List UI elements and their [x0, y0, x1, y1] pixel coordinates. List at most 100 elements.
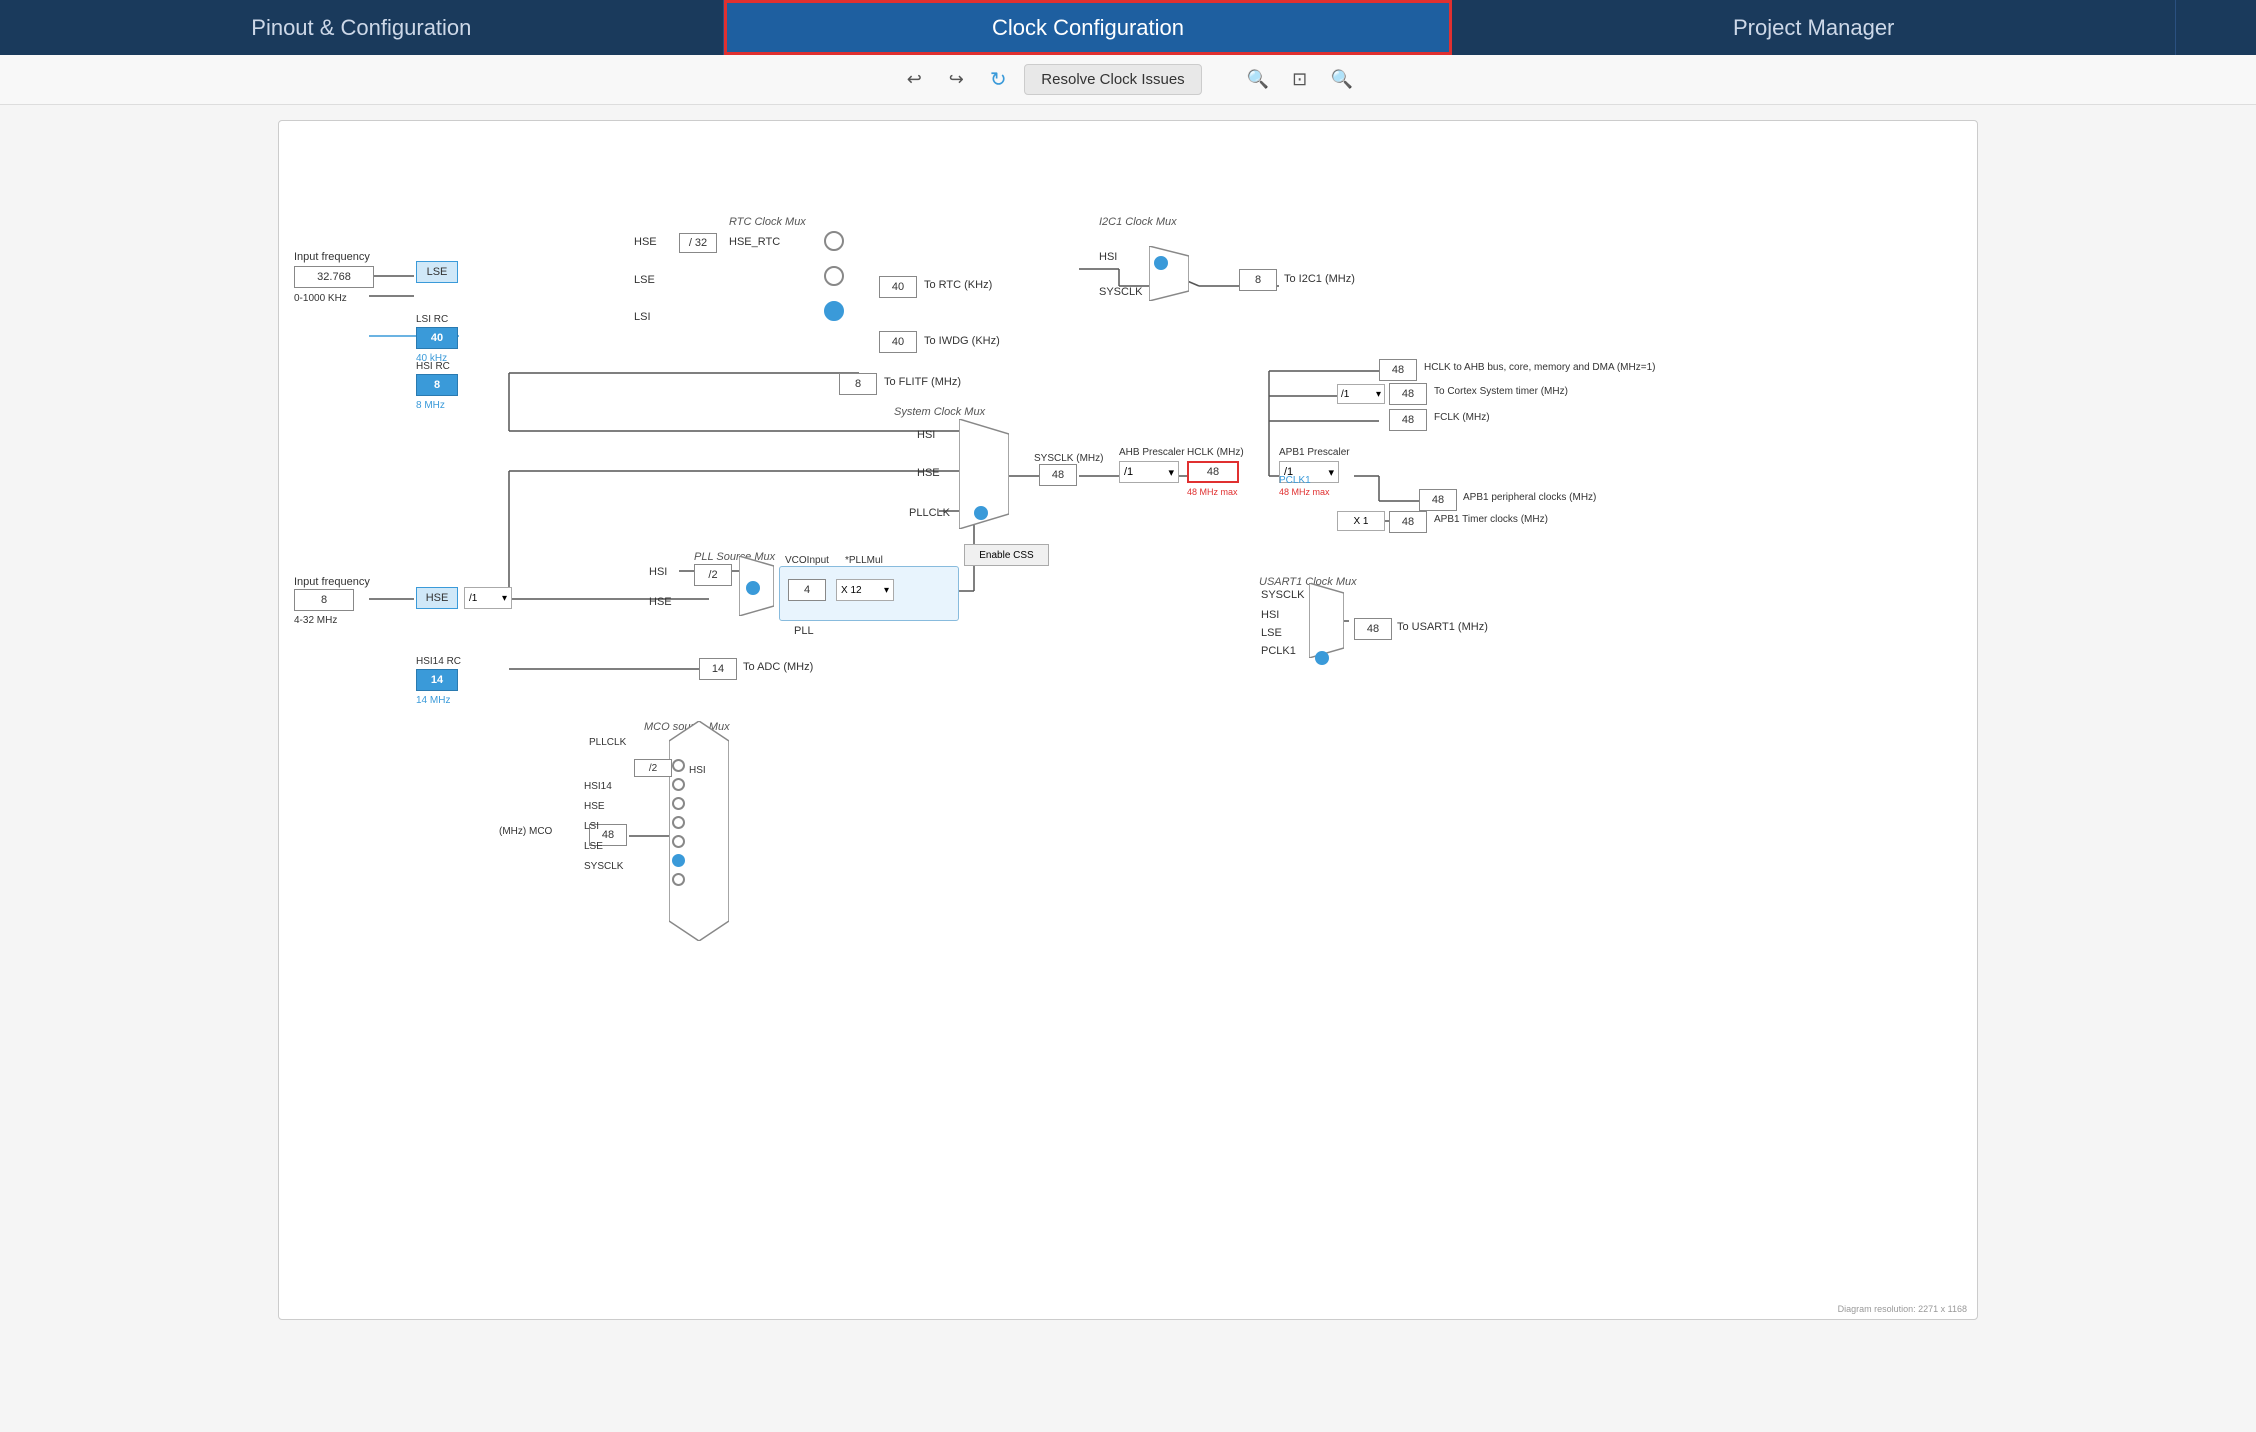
input-freq-label-2: Input frequency: [294, 576, 370, 588]
sysclk-box[interactable]: 48: [1039, 464, 1077, 486]
mco-hsi14: HSI14: [584, 781, 612, 792]
rtc-clock-mux-label: RTC Clock Mux: [729, 216, 806, 228]
ahb-div-select[interactable]: /1 ▾: [1119, 461, 1179, 483]
diagram-lines: [279, 121, 1977, 1319]
pll-mul-label: *PLLMul: [845, 555, 883, 566]
mco-radio-7[interactable]: [672, 873, 685, 886]
fclk-val[interactable]: 48: [1389, 409, 1427, 431]
rtc-40-1[interactable]: 40: [879, 276, 917, 298]
apb1-prescaler-label: APB1 Prescaler: [1279, 447, 1350, 458]
usart-lse-label: LSE: [1261, 627, 1282, 639]
clock-diagram: RTC Clock Mux I2C1 Clock Mux System Cloc…: [278, 120, 1978, 1320]
mco-hsi-1: HSI: [689, 765, 706, 776]
input-freq-val-1[interactable]: 32.768: [294, 266, 374, 288]
nav-pinout[interactable]: Pinout & Configuration: [0, 0, 724, 55]
apb1-periph-val[interactable]: 48: [1419, 489, 1457, 511]
toolbar: ↩ ↪ ↻ Resolve Clock Issues 🔍 ⊡ 🔍: [0, 55, 2256, 105]
nav-tools[interactable]: [2176, 0, 2256, 55]
vco-val-box[interactable]: 4: [788, 579, 826, 601]
hse-rtc-label: HSE_RTC: [729, 236, 780, 248]
input-freq-val-2[interactable]: 8: [294, 589, 354, 611]
hclk-max-label: 48 MHz max: [1187, 487, 1238, 497]
usart-mux-svg: [1309, 583, 1344, 658]
vco-input-label: VCOInput: [785, 555, 829, 566]
pll-hse-label: HSE: [649, 596, 672, 608]
main-content: RTC Clock Mux I2C1 Clock Mux System Cloc…: [0, 105, 2256, 1432]
apb1-periph-label: APB1 peripheral clocks (MHz): [1463, 492, 1596, 503]
input-freq-range-1: 0-1000 KHz: [294, 293, 347, 304]
cortex-timer-val[interactable]: 48: [1389, 383, 1427, 405]
sys-mux-pll-dot: [974, 506, 988, 520]
hse-label-top: HSE: [634, 236, 657, 248]
usart-sysclk-label: SYSCLK: [1261, 589, 1304, 601]
fit-button[interactable]: ⊡: [1284, 64, 1316, 96]
mco-lse: LSE: [584, 841, 603, 852]
hsi-rc-freq: 8 MHz: [416, 400, 445, 411]
apb1-timer-val[interactable]: 48: [1389, 511, 1427, 533]
hclk-val-box[interactable]: 48: [1187, 461, 1239, 483]
pll-div2-box: /2: [694, 564, 732, 586]
enable-css-btn[interactable]: Enable CSS: [964, 544, 1049, 566]
usart-pclk1-label: PCLK1: [1261, 645, 1296, 657]
flitf-box[interactable]: 8: [839, 373, 877, 395]
mco-pllclk: PLLCLK: [589, 737, 626, 748]
undo-button[interactable]: ↩: [898, 64, 930, 96]
lsi-label-rtc: LSI: [634, 311, 651, 323]
i2c-hsi-label: HSI: [1099, 251, 1117, 263]
redo-button[interactable]: ↪: [940, 64, 972, 96]
pll-x12-select[interactable]: X 12▾: [836, 579, 894, 601]
hsi14-rc-val: 14: [416, 669, 458, 691]
usart-hsi-label: HSI: [1261, 609, 1279, 621]
adc-val-box[interactable]: 14: [699, 658, 737, 680]
usart1-val-box[interactable]: 48: [1354, 618, 1392, 640]
hclk-ahb-val[interactable]: 48: [1379, 359, 1417, 381]
to-adc-label: To ADC (MHz): [743, 661, 813, 673]
nav-clock[interactable]: Clock Configuration: [724, 0, 1453, 55]
pll-hsi-label: HSI: [649, 566, 667, 578]
pll-label: PLL: [794, 625, 814, 637]
rtc-mux-circle-3: [824, 301, 844, 321]
to-i2c1-label: To I2C1 (MHz): [1284, 273, 1355, 285]
mco-radio-6[interactable]: [672, 854, 685, 867]
lsi-rc-label: LSI RC: [416, 314, 448, 325]
hsi14-rc-freq: 14 MHz: [416, 695, 450, 706]
hse-box: HSE: [416, 587, 458, 609]
status-bar: Diagram resolution: 2271 x 1168: [1838, 1304, 1967, 1314]
fclk-label: FCLK (MHz): [1434, 412, 1490, 423]
cortex-div-select[interactable]: /1▾: [1337, 384, 1385, 404]
lse-box: LSE: [416, 261, 458, 283]
ahb-prescaler-label: AHB Prescaler: [1119, 447, 1185, 458]
lse-label-rtc: LSE: [634, 274, 655, 286]
usart-mux-dot: [1315, 651, 1329, 665]
rtc-mux-circle-2: [824, 266, 844, 286]
input-freq-range-2: 4-32 MHz: [294, 615, 337, 626]
hse-div1-select[interactable]: /1▾: [464, 587, 512, 609]
sys-pllclk-label: PLLCLK: [909, 507, 950, 519]
mco-radio-1[interactable]: [672, 759, 685, 772]
zoom-out-button[interactable]: 🔍: [1326, 64, 1358, 96]
hsi-rc-val: 8: [416, 374, 458, 396]
mco-div2: /2: [634, 759, 672, 777]
x1-label: X 1: [1337, 511, 1385, 531]
i2c-val-box[interactable]: 8: [1239, 269, 1277, 291]
mco-radio-2[interactable]: [672, 778, 685, 791]
hsi-rc-label: HSI RC: [416, 361, 450, 372]
to-iwdg-label: To IWDG (KHz): [924, 335, 1000, 347]
mco-mhz-label: (MHz) MCO: [499, 826, 552, 837]
mco-radio-4[interactable]: [672, 816, 685, 829]
to-flitf-label: To FLITF (MHz): [884, 376, 961, 388]
top-nav: Pinout & Configuration Clock Configurati…: [0, 0, 2256, 55]
nav-project[interactable]: Project Manager: [1452, 0, 2176, 55]
sys-hsi-label: HSI: [917, 429, 935, 441]
rtc-40-2[interactable]: 40: [879, 331, 917, 353]
mco-radio-3[interactable]: [672, 797, 685, 810]
to-rtc-label: To RTC (KHz): [924, 279, 992, 291]
to-usart1-label: To USART1 (MHz): [1397, 621, 1488, 633]
refresh-button[interactable]: ↻: [982, 64, 1014, 96]
i2c-mux-svg: [1149, 246, 1189, 301]
resolve-clock-button[interactable]: Resolve Clock Issues: [1024, 64, 1201, 95]
i2c1-clock-mux-label: I2C1 Clock Mux: [1099, 216, 1177, 228]
vco-area: VCOInput *PLLMul 4 X 12▾: [779, 566, 959, 621]
zoom-in-button[interactable]: 🔍: [1242, 64, 1274, 96]
mco-radio-5[interactable]: [672, 835, 685, 848]
